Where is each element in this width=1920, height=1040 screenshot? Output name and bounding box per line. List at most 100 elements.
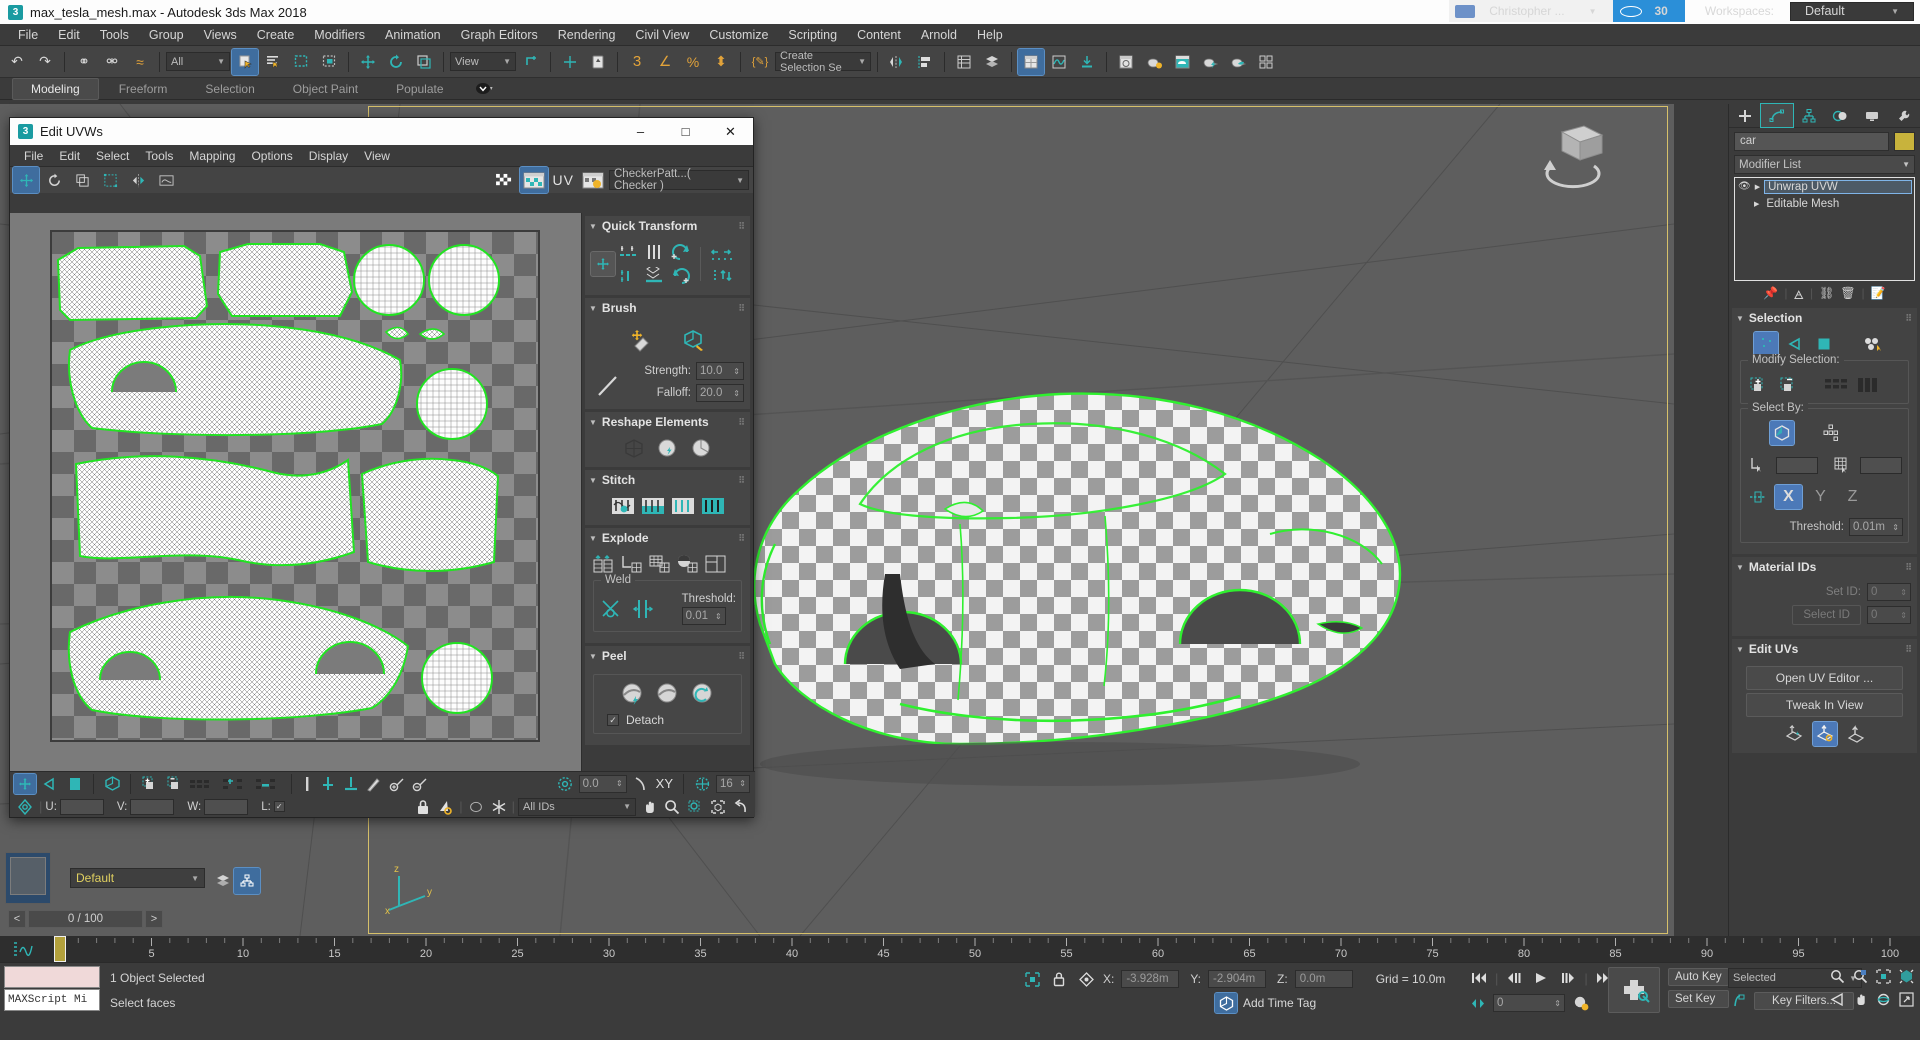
stitch-selected-icon[interactable] — [639, 494, 666, 518]
redo-button[interactable]: ↷ — [32, 49, 58, 75]
rollout-peel[interactable]: ▼ Peel ⠿ — [585, 646, 750, 745]
layer-select[interactable]: Default ▼ — [70, 868, 205, 888]
time-tag-icon[interactable] — [1215, 993, 1237, 1013]
rollout-material-ids-header[interactable]: ▼ Material IDs ⠿ — [1732, 557, 1917, 577]
edit-uvws-toolbar[interactable]: UV CheckerPatt...( Checker ) ▼ — [10, 167, 753, 193]
menu-item-customize[interactable]: Customize — [699, 26, 778, 44]
edit-named-selection-sets-button[interactable]: {✎} — [747, 49, 773, 75]
command-panel[interactable]: car Modifier List ▼ 👁 ▶ Unwrap UVW ▶ Edi… — [1728, 104, 1920, 936]
time-slider-handle[interactable] — [54, 936, 66, 962]
flip-vertical-icon[interactable] — [706, 264, 738, 288]
x-coordinate-field[interactable]: -3.928m — [1121, 970, 1179, 988]
select-id-button[interactable]: Select ID — [1792, 605, 1861, 625]
select-by-element-icon[interactable] — [1770, 421, 1794, 445]
ribbon-tabs[interactable]: Modeling Freeform Selection Object Paint… — [0, 78, 1920, 100]
scene-explorer-toggle-icon[interactable] — [234, 868, 260, 894]
select-id-spinner[interactable]: 0 ⇕ — [1867, 606, 1911, 624]
previous-frame-button[interactable] — [1503, 968, 1525, 988]
collapse-triangle-icon[interactable]: ▼ — [1736, 645, 1744, 654]
select-and-move-button[interactable] — [355, 49, 381, 75]
axis-z-icon[interactable]: Z — [1839, 485, 1866, 509]
bind-to-space-warp-button[interactable]: ≈ — [127, 49, 153, 75]
select-by-angle-icon[interactable] — [1746, 453, 1770, 477]
menu-item-content[interactable]: Content — [847, 26, 911, 44]
rotate-value-spinner[interactable]: 0.0 ⇕ — [579, 775, 627, 793]
add-time-tag-area[interactable]: Add Time Tag — [1215, 993, 1316, 1013]
edit-uvws-close-button[interactable]: ✕ — [708, 118, 753, 145]
soft-selection-icon[interactable] — [436, 797, 456, 817]
uvw-coordinate-icon[interactable] — [14, 797, 36, 817]
pelt-map-icon[interactable] — [689, 681, 717, 707]
axis-x-icon[interactable]: X — [1775, 485, 1802, 509]
playback-controls[interactable]: | | — [1468, 968, 1615, 988]
spinner-arrows-icon[interactable]: ⇕ — [1900, 588, 1907, 597]
select-by-material-id-input[interactable] — [1860, 457, 1902, 474]
edit-uvws-menubar[interactable]: File Edit Select Tools Mapping Options D… — [10, 145, 753, 167]
rollout-edit-uvs[interactable]: ▼ Edit UVs ⠿ Open UV Editor ... Tweak In… — [1732, 639, 1917, 753]
modifier-stack-item-editable-mesh[interactable]: ▶ Editable Mesh — [1735, 195, 1914, 212]
u-input[interactable] — [60, 799, 104, 815]
uvw-menu-view[interactable]: View — [356, 147, 398, 165]
detach-checkbox[interactable]: ✓ — [607, 714, 619, 726]
modifier-stack-buttons[interactable]: 📌 | 🜁 | ⛓ 🗑 | 📝 — [1729, 281, 1920, 305]
select-link-button[interactable]: ⚭ — [71, 49, 97, 75]
angle-snap-toggle-button[interactable]: ∠ — [652, 49, 678, 75]
set-key-toggle-button[interactable]: Set Key — [1668, 990, 1729, 1008]
space-horizontal-icon[interactable] — [617, 264, 641, 288]
move-pivot-icon[interactable] — [591, 252, 615, 276]
relax-brush-icon[interactable] — [679, 326, 709, 354]
planar-angle-icon[interactable] — [1746, 485, 1770, 509]
edit-uvws-window-controls[interactable]: – □ ✕ — [618, 118, 753, 145]
undo-button[interactable]: ↶ — [4, 49, 30, 75]
menu-item-civil-view[interactable]: Civil View — [625, 26, 699, 44]
pin-stack-icon[interactable]: 📌 — [1763, 286, 1778, 300]
vertex-sub-object-icon[interactable] — [1754, 332, 1778, 356]
hide-icon[interactable] — [466, 797, 486, 817]
display-tab[interactable] — [1856, 104, 1888, 127]
modifier-stack[interactable]: 👁 ▶ Unwrap UVW ▶ Editable Mesh — [1734, 177, 1915, 281]
bottom-left-panel[interactable]: Default ▼ < 0 / 100 > — [0, 842, 300, 936]
collapse-triangle-icon[interactable]: ▼ — [589, 476, 597, 485]
menu-item-animation[interactable]: Animation — [375, 26, 451, 44]
move-icon[interactable] — [13, 167, 39, 193]
uv-tile-area[interactable] — [50, 230, 540, 742]
menu-item-rendering[interactable]: Rendering — [548, 26, 626, 44]
select-by-group[interactable]: Select By: — [1740, 408, 1909, 543]
show-map-icon[interactable] — [153, 167, 179, 193]
collapse-triangle-icon[interactable]: ▼ — [589, 304, 597, 313]
rollout-quick-transform[interactable]: ▼ Quick Transform ⠿ — [585, 216, 750, 295]
rollout-reshape-elements[interactable]: ▼ Reshape Elements ⠿ — [585, 412, 750, 467]
move-selected-icon[interactable] — [14, 774, 36, 794]
scene-converter-button[interactable] — [1253, 49, 1279, 75]
rollout-quick-transform-header[interactable]: ▼ Quick Transform ⠿ — [585, 216, 750, 236]
falloff-curve-icon[interactable] — [596, 372, 622, 398]
mirror-icon[interactable] — [125, 167, 151, 193]
axis-y-icon[interactable]: Y — [1807, 485, 1834, 509]
object-name-input[interactable]: car — [1734, 132, 1889, 151]
scene-explorer-button[interactable] — [979, 49, 1005, 75]
zoom-extents-viewport-icon[interactable] — [1873, 966, 1893, 986]
rotate-cw-icon[interactable] — [669, 264, 693, 288]
ribbon-options-icon[interactable] — [472, 76, 498, 102]
orbit-viewport-icon[interactable] — [1873, 989, 1893, 1009]
planar-map-icon[interactable] — [1782, 722, 1806, 746]
align-vertical-icon[interactable] — [643, 240, 667, 264]
tile-toggle-icon[interactable] — [691, 774, 713, 794]
unlink-selection-button[interactable]: ⚮ — [99, 49, 125, 75]
ring-loop-icon[interactable] — [254, 774, 284, 794]
rollout-stitch-header[interactable]: ▼ Stitch ⠿ — [585, 470, 750, 490]
named-selection-set-input[interactable]: Create Selection Se ▼ — [775, 52, 871, 71]
modifier-list-select[interactable]: Modifier List ▼ — [1734, 155, 1915, 174]
window-crossing-toggle-button[interactable] — [316, 49, 342, 75]
menu-item-help[interactable]: Help — [967, 26, 1013, 44]
uvw-menu-mapping[interactable]: Mapping — [181, 147, 243, 165]
uv-side-rollouts[interactable]: ▼ Quick Transform ⠿ — [581, 213, 753, 773]
freeform-mode-icon[interactable] — [97, 167, 123, 193]
coordinate-display[interactable]: X: -3.928m Y: -2.904m Z: 0.0m Grid = 10.… — [1022, 969, 1445, 989]
absolute-relative-toggle-icon[interactable] — [1076, 969, 1096, 989]
select-object-button[interactable] — [232, 49, 258, 75]
current-frame-spinner[interactable]: 0 ⇕ — [1493, 994, 1565, 1012]
remove-modifier-icon[interactable]: 🗑 — [1840, 286, 1855, 300]
collapse-triangle-icon[interactable]: ▼ — [589, 418, 597, 427]
rollout-reshape-elements-body[interactable] — [585, 432, 750, 467]
